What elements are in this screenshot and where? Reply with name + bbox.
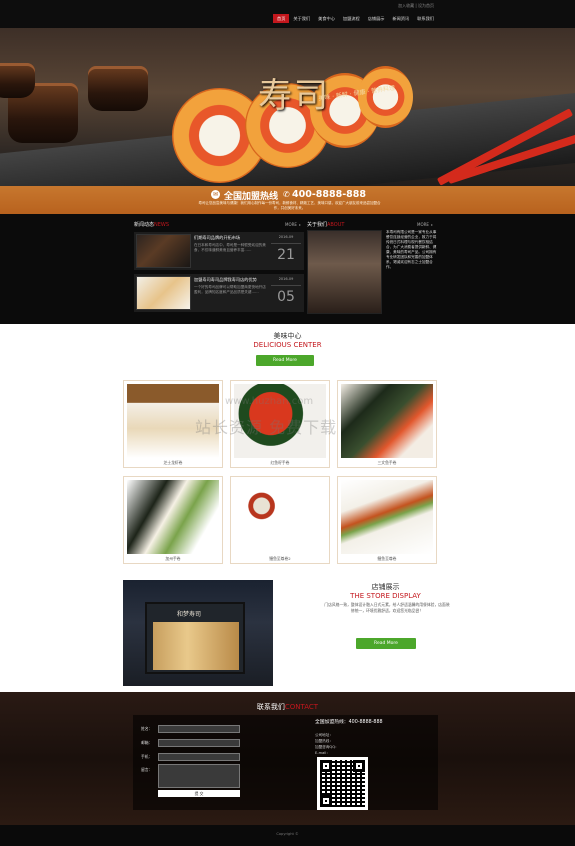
main-nav: 首页 关于我们 美食中心 加盟流程 店铺展示 新闻资讯 联系我们 [273,14,438,23]
news-heading: 新闻动态NEWS [134,221,169,229]
news-day: 05 [271,285,301,307]
hotline-number: 400-8888-888 [292,189,366,200]
product-name[interactable]: 红鱼籽手卷 [231,460,329,466]
news-title-cn: 新闻动态 [134,222,155,228]
qr-code [317,757,368,810]
join-qq: 加盟咨询QQ： [315,745,339,749]
watermark-url: www.huzhan.com [225,396,314,407]
email-label: 邮箱： [141,740,153,745]
qr-finder [353,760,365,772]
about-more-link[interactable]: MORE [417,222,429,227]
product-card[interactable]: 鳗鱼至尊卷2 [230,476,330,564]
news-item[interactable]: 加盟寿司寿司品牌我寿司店的优势 一个好的寿司品牌可以帮助加盟商更快地开店盈利，品… [134,274,304,312]
store-read-more-button[interactable]: Read More [356,638,416,649]
contact-hotline: 全国加盟热线：400-8888-888 [315,718,383,725]
store-title-cn: 店铺展示 [371,583,400,591]
product-name[interactable]: 鳗鱼至尊卷2 [231,556,329,562]
news-item[interactable]: 们期寿司品牌的开拓市场 在日本和寿司店中，寿司是一种很受欢迎的美食，不仅味道鲜美… [134,232,304,270]
phone-input[interactable] [158,753,240,761]
nav-item-news[interactable]: 新闻资讯 [388,14,413,23]
news-year-month: 2016-09 [278,235,294,239]
qr-finder [320,795,332,807]
name-input[interactable] [158,725,240,733]
store-description: 门店风格一致，整体设计融入日式元素，给人舒适温馨的用餐体验，店面装修统一，环境优… [324,602,450,613]
phone-label: 手机： [141,754,153,759]
delicious-read-more-button[interactable]: Read More [256,355,314,366]
about-title-cn: 关于我们 [307,222,328,228]
nav-item-about[interactable]: 关于我们 [289,14,314,23]
product-image[interactable] [341,384,433,458]
store-heading: 店铺展示 THE STORE DISPLAY [298,582,473,600]
storefront: 和梦寿司 [145,602,245,674]
store-image[interactable]: 和梦寿司 [123,580,273,686]
contact-email: E-mail： [315,751,330,755]
news-thumbnail [136,234,191,268]
sushi-roll-image [358,66,413,128]
product-name[interactable]: 三文鱼手卷 [338,460,436,466]
news-summary: 在日本和寿司店中，寿司是一种很受欢迎的美食，不仅味道鲜美而且营养丰富…… [194,243,266,252]
news-more-link[interactable]: MORE [285,222,297,227]
product-image[interactable] [341,480,433,554]
phone-icon: ✆ [283,190,290,199]
store-title-en: THE STORE DISPLAY [350,592,421,600]
more-arrow-icon[interactable]: ▸ [299,222,301,227]
company-address: 公司地址： [315,733,333,737]
qr-finder [320,760,332,772]
hotline-bar: ✉ 全国加盟热线 ✆ 400-8888-888 寿司让您品尝美味与健康！我们用心… [0,186,575,214]
watermark-text: 站长资源 免费下载 [195,418,338,437]
product-image[interactable] [127,480,219,554]
contact-heading: 联系我们CONTACT [0,702,575,712]
news-day: 21 [271,243,301,265]
join-phone: 加盟热线： [315,739,333,743]
store-window [153,622,239,670]
franchise-icon: ✉ [211,190,220,199]
nav-item-products[interactable]: 美食中心 [314,14,339,23]
news-summary: 一个好的寿司品牌可以帮助加盟商更快地开店盈利，品牌知名度和产品品质是关键…… [194,285,266,294]
news-year-month: 2016-09 [278,277,294,281]
sake-cup-image [88,66,148,111]
contact-hotline-label: 全国加盟热线： [315,720,349,725]
about-text: 本寿司有限公司是一家专业从事餐饮连锁经营的企业，致力于将传统日式料理与现代餐饮相… [386,230,437,269]
top-header: 加入收藏 | 设为首页 首页 关于我们 美食中心 加盟流程 店铺展示 新闻资讯 … [0,0,575,28]
delicious-heading: 美味中心 DELICIOUS CENTER [0,331,575,349]
product-card[interactable]: 加州手卷 [123,476,223,564]
nav-item-home[interactable]: 首页 [273,14,290,23]
delicious-title-en: DELICIOUS CENTER [253,341,322,349]
message-label: 留言： [141,767,153,772]
nav-item-franchise[interactable]: 加盟流程 [339,14,364,23]
product-image[interactable] [234,480,326,554]
store-sign: 和梦寿司 [177,611,202,618]
contact-hotline-number: 400-8888-888 [348,720,383,725]
product-card[interactable]: 三文鱼手卷 [337,380,437,468]
product-name[interactable]: 加州手卷 [124,556,222,562]
email-input[interactable] [158,739,240,747]
more-arrow-icon[interactable]: ▸ [431,222,433,227]
news-title-en: NEWS [154,222,170,228]
submit-button[interactable]: 提 交 [158,790,240,797]
about-heading: 关于我们ABOUT [307,221,344,229]
contact-title-cn: 联系我们 [256,703,285,711]
delicious-title-cn: 美味中心 [273,332,302,340]
message-textarea[interactable] [158,764,240,788]
product-name[interactable]: 芝士龙虾卷 [124,460,222,466]
nav-item-stores[interactable]: 店铺展示 [364,14,389,23]
about-title-en: ABOUT [327,222,345,228]
product-card[interactable]: 鳗鱼至尊卷 [337,476,437,564]
hotline-description: 寿司让您品尝美味与健康！我们用心制作每一份寿司，新鲜食材、精致工艺、美味口感，欢… [198,201,381,210]
news-title[interactable]: 加盟寿司寿司品牌我寿司店的优势 [194,277,266,283]
news-title[interactable]: 们期寿司品牌的开拓市场 [194,235,266,241]
top-links[interactable]: 加入收藏 | 设为首页 [398,3,434,9]
name-label: 姓名： [141,726,153,731]
about-image [307,230,382,314]
sake-cup-image [0,63,35,98]
product-name[interactable]: 鳗鱼至尊卷 [338,556,436,562]
news-thumbnail [136,276,191,310]
nav-item-contact[interactable]: 联系我们 [413,14,438,23]
contact-title-en: CONTACT [284,703,319,711]
copyright: Copyright © [0,825,575,846]
